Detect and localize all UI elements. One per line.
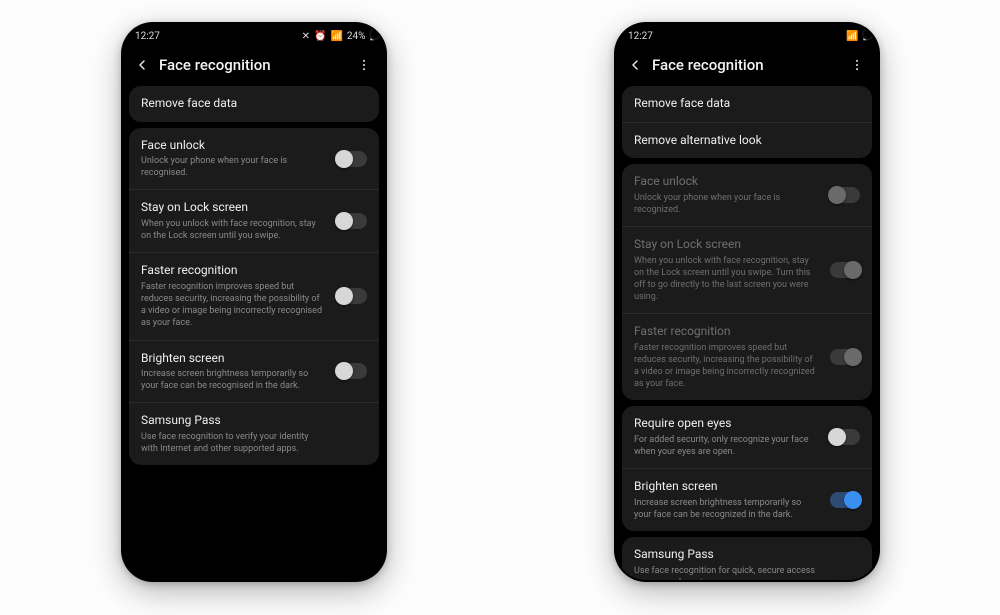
wifi-icon: 📶 [846, 31, 858, 42]
setting-require-open-eyes[interactable]: Require open eyes For added security, on… [622, 406, 872, 469]
setting-subtitle: When you unlock with face recognition, s… [141, 218, 323, 242]
setting-title: Stay on Lock screen [634, 237, 816, 253]
toggle[interactable] [830, 429, 860, 445]
setting-remove-face-data[interactable]: Remove face data [129, 86, 379, 122]
settings-group: Samsung Pass Use face recognition for qu… [622, 537, 872, 580]
overflow-menu-button[interactable] [353, 54, 375, 76]
toggle[interactable] [337, 213, 367, 229]
setting-title: Remove face data [634, 96, 816, 112]
settings-scroll[interactable]: Remove face data Face unlock Unlock your… [123, 86, 385, 580]
setting-stay-on-lockscreen: Stay on Lock screen When you unlock with… [622, 227, 872, 314]
vibrate-icon: ✕ [302, 31, 310, 42]
stage: 12:27 ✕ ⏰ 📶 24% ▮ Face recognition [0, 0, 1000, 615]
setting-faster-recognition: Faster recognition Faster recognition im… [622, 314, 872, 400]
setting-title: Samsung Pass [141, 413, 323, 429]
clock: 12:27 [628, 31, 653, 42]
chevron-left-icon [627, 57, 643, 73]
chevron-left-icon [134, 57, 150, 73]
settings-group-disabled: Face unlock Unlock your phone when your … [622, 164, 872, 400]
setting-samsung-pass[interactable]: Samsung Pass Use face recognition for qu… [622, 537, 872, 580]
toggle [830, 262, 860, 278]
setting-subtitle: Use face recognition to verify your iden… [141, 431, 323, 455]
status-bar: 12:27 📶 ▮ [616, 24, 878, 46]
toggle[interactable] [337, 151, 367, 167]
setting-subtitle: Faster recognition improves speed but re… [141, 281, 323, 330]
overflow-menu-button[interactable] [846, 54, 868, 76]
setting-title: Faster recognition [634, 324, 816, 340]
setting-title: Remove face data [141, 96, 323, 112]
setting-title: Face unlock [141, 138, 323, 154]
setting-subtitle: Unlock your phone when your face is reco… [634, 192, 816, 216]
setting-subtitle: Faster recognition improves speed but re… [634, 342, 816, 391]
setting-face-unlock[interactable]: Face unlock Unlock your phone when your … [129, 128, 379, 191]
settings-group: Require open eyes For added security, on… [622, 406, 872, 531]
setting-face-unlock: Face unlock Unlock your phone when your … [622, 164, 872, 227]
status-icons: ✕ ⏰ 📶 24% ▮ [302, 31, 375, 42]
page-title: Face recognition [159, 56, 271, 74]
alarm-icon: ⏰ [314, 31, 326, 42]
wifi-icon: 📶 [330, 31, 342, 42]
page-title: Face recognition [652, 56, 764, 74]
setting-subtitle: Increase screen brightness temporarily s… [141, 368, 323, 392]
setting-title: Face unlock [634, 174, 816, 190]
setting-title: Stay on Lock screen [141, 200, 323, 216]
back-button[interactable] [624, 54, 646, 76]
settings-header: Face recognition [123, 46, 385, 86]
setting-brighten-screen[interactable]: Brighten screen Increase screen brightne… [622, 469, 872, 531]
screen: 12:27 📶 ▮ Face recognition Remov [616, 24, 878, 580]
status-bar: 12:27 ✕ ⏰ 📶 24% ▮ [123, 24, 385, 46]
screen: 12:27 ✕ ⏰ 📶 24% ▮ Face recognition [123, 24, 385, 580]
setting-samsung-pass[interactable]: Samsung Pass Use face recognition to ver… [129, 403, 379, 465]
battery-text: 24% [347, 31, 366, 42]
setting-remove-face-data[interactable]: Remove face data [622, 86, 872, 123]
settings-header: Face recognition [616, 46, 878, 86]
front-camera-hole [371, 30, 379, 38]
setting-title: Remove alternative look [634, 133, 816, 149]
setting-subtitle: When you unlock with face recognition, s… [634, 255, 816, 304]
setting-brighten-screen[interactable]: Brighten screen Increase screen brightne… [129, 341, 379, 404]
back-button[interactable] [131, 54, 153, 76]
phone-mockup-left: 12:27 ✕ ⏰ 📶 24% ▮ Face recognition [121, 22, 387, 582]
toggle [830, 349, 860, 365]
settings-group: Face unlock Unlock your phone when your … [129, 128, 379, 466]
toggle[interactable] [337, 363, 367, 379]
settings-scroll[interactable]: Remove face data Remove alternative look… [616, 86, 878, 580]
setting-faster-recognition[interactable]: Faster recognition Faster recognition im… [129, 253, 379, 340]
setting-remove-alt-look[interactable]: Remove alternative look [622, 123, 872, 159]
setting-stay-on-lockscreen[interactable]: Stay on Lock screen When you unlock with… [129, 190, 379, 253]
settings-group: Remove face data [129, 86, 379, 122]
setting-title: Faster recognition [141, 263, 323, 279]
setting-title: Samsung Pass [634, 547, 816, 563]
setting-title: Brighten screen [634, 479, 816, 495]
toggle[interactable] [830, 492, 860, 508]
more-vert-icon [850, 58, 864, 72]
settings-group: Remove face data Remove alternative look [622, 86, 872, 158]
toggle[interactable] [337, 288, 367, 304]
setting-title: Require open eyes [634, 416, 816, 432]
phone-mockup-right: 12:27 📶 ▮ Face recognition Remov [614, 22, 880, 582]
front-camera-hole [864, 30, 872, 38]
setting-subtitle: Use face recognition for quick, secure a… [634, 565, 816, 580]
clock: 12:27 [135, 31, 160, 42]
setting-subtitle: For added security, only recognize your … [634, 434, 816, 458]
more-vert-icon [357, 58, 371, 72]
toggle [830, 187, 860, 203]
setting-title: Brighten screen [141, 351, 323, 367]
setting-subtitle: Unlock your phone when your face is reco… [141, 155, 323, 179]
setting-subtitle: Increase screen brightness temporarily s… [634, 497, 816, 521]
